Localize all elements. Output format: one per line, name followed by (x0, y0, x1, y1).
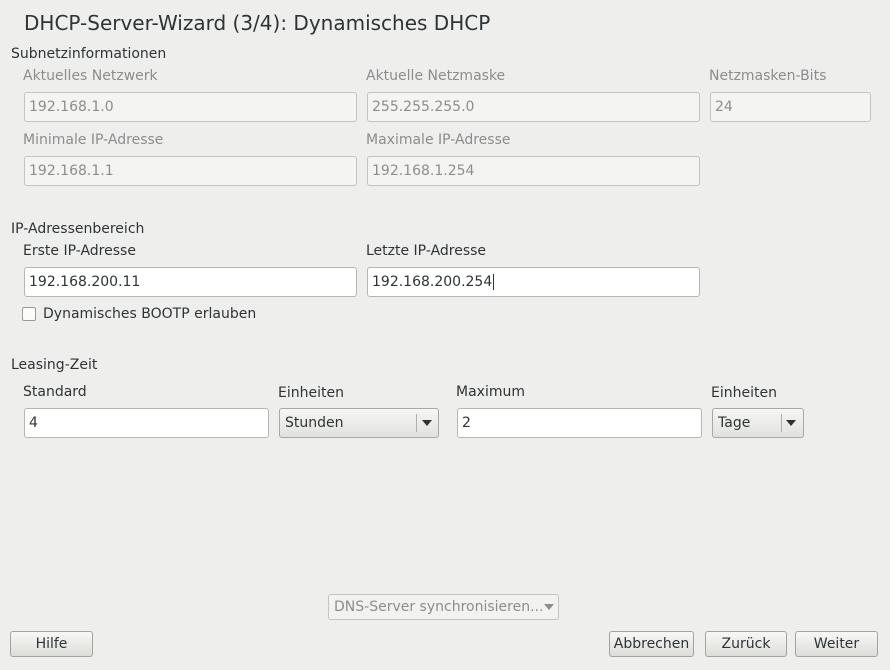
network-field: 192.168.1.0 (24, 92, 357, 122)
text-cursor (493, 274, 495, 290)
max-ip-field: 192.168.1.254 (367, 156, 700, 186)
netmask-bits-field: 24 (710, 92, 871, 122)
maximum-units-combo[interactable]: Tage (712, 408, 804, 438)
standard-units-value: Stunden (285, 415, 344, 431)
standard-units-label: Einheiten (278, 385, 344, 401)
first-ip-input[interactable]: 192.168.200.11 (24, 267, 357, 297)
first-ip-label: Erste IP-Adresse (23, 243, 136, 259)
standard-label: Standard (23, 384, 87, 400)
abort-button[interactable]: Abbrechen (609, 631, 694, 657)
help-button[interactable]: Hilfe (10, 631, 93, 657)
maximum-units-label: Einheiten (711, 385, 777, 401)
min-ip-field: 192.168.1.1 (24, 156, 357, 186)
lease-heading: Leasing-Zeit (11, 357, 98, 373)
next-button[interactable]: Weiter (795, 631, 878, 657)
netmask-field: 255.255.255.0 (367, 92, 700, 122)
dns-sync-label: DNS-Server synchronisieren... (334, 599, 544, 615)
combo-separator (781, 414, 782, 432)
combo-separator (416, 414, 417, 432)
last-ip-value: 192.168.200.254 (372, 274, 493, 290)
min-ip-label: Minimale IP-Adresse (23, 132, 164, 148)
maximum-units-value: Tage (718, 415, 751, 431)
subnet-heading: Subnetzinformationen (11, 46, 167, 62)
chevron-down-icon (544, 604, 554, 610)
last-ip-input[interactable]: 192.168.200.254 (367, 267, 700, 297)
wizard-title: DHCP-Server-Wizard (3/4): Dynamisches DH… (24, 11, 491, 35)
netmask-bits-label: Netzmasken-Bits (709, 68, 827, 84)
network-label: Aktuelles Netzwerk (23, 68, 158, 84)
ip-range-heading: IP-Adressenbereich (11, 221, 145, 237)
last-ip-label: Letzte IP-Adresse (366, 243, 487, 259)
bootp-label[interactable]: Dynamisches BOOTP erlauben (43, 306, 256, 322)
chevron-down-icon (422, 420, 432, 426)
back-button[interactable]: Zurück (705, 631, 787, 657)
maximum-label: Maximum (456, 384, 525, 400)
chevron-down-icon (786, 420, 796, 426)
standard-units-combo[interactable]: Stunden (279, 408, 439, 438)
max-ip-label: Maximale IP-Adresse (366, 132, 511, 148)
bootp-checkbox[interactable] (22, 307, 36, 321)
netmask-label: Aktuelle Netzmaske (366, 68, 506, 84)
standard-input[interactable]: 4 (24, 408, 269, 438)
maximum-input[interactable]: 2 (457, 408, 702, 438)
dns-sync-combo: DNS-Server synchronisieren... (328, 594, 559, 620)
